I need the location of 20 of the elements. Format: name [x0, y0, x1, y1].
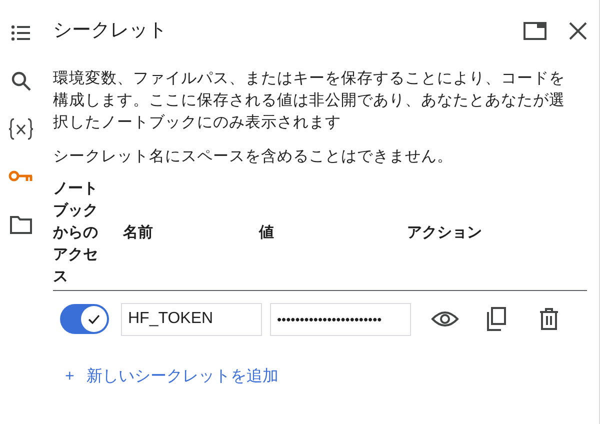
toggle-switch[interactable] — [60, 304, 109, 334]
check-icon — [87, 312, 101, 326]
column-header: 名前 — [122, 223, 154, 243]
braces-x-icon[interactable] — [8, 117, 34, 141]
column-header: アクション — [407, 223, 482, 243]
eye-icon[interactable] — [431, 310, 459, 328]
column-header: ノートブックからのアクセス — [53, 179, 99, 287]
value-field[interactable]: ••••••••••••••••••••••• — [270, 302, 411, 336]
note-text: シークレット名にスペースを含めることはできません。 — [53, 147, 454, 167]
copy-icon[interactable] — [485, 307, 507, 331]
name-field[interactable]: HF_TOKEN — [121, 302, 262, 336]
window-icon[interactable] — [523, 21, 547, 41]
add-secret-button[interactable]: + 新しいシークレットを追加 — [65, 365, 278, 389]
description-text: 環境変数、ファイルパス、またはキーを保存することにより、コードを構成します。ここに保存される値は非公開であり、あなたとあなたが選択したノートブックにのみ表示されます — [53, 69, 566, 133]
column-header: 値 — [259, 223, 275, 243]
folder-icon[interactable] — [9, 214, 33, 236]
close-icon[interactable] — [569, 22, 587, 40]
panel-title: シークレット — [53, 18, 168, 43]
trash-icon[interactable] — [539, 308, 559, 330]
search-icon[interactable] — [9, 69, 33, 93]
